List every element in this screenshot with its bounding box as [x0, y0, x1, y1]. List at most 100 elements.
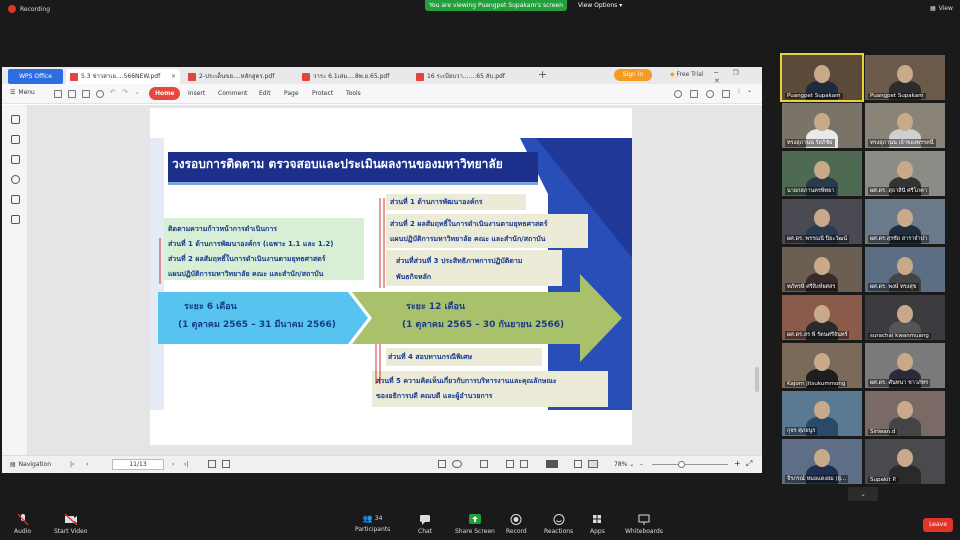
- navigation-button[interactable]: ▤ Navigation: [10, 459, 51, 470]
- print-icon[interactable]: [82, 90, 90, 98]
- signature-icon[interactable]: [11, 195, 20, 204]
- participant-tile[interactable]: ผศ.ดร.สร พี รัตนศรีจันทร์: [782, 295, 862, 340]
- undo-icon[interactable]: ↶: [110, 88, 118, 96]
- more-icon[interactable]: ⌄: [134, 88, 142, 96]
- participant-tile[interactable]: นายกสภานครพิทยา: [782, 151, 862, 196]
- vertical-scrollbar[interactable]: [754, 105, 760, 455]
- recording-indicator: Recording: [8, 5, 50, 13]
- close-icon[interactable]: ✕: [171, 69, 176, 84]
- share-icon[interactable]: [674, 90, 682, 98]
- prev-page-icon[interactable]: ‹: [86, 459, 88, 470]
- record-button[interactable]: Record: [506, 514, 527, 535]
- last-page-icon[interactable]: ›|: [184, 459, 188, 470]
- muted-mic-icon: [17, 514, 29, 525]
- view-options-button[interactable]: View Options ▾: [578, 1, 626, 11]
- participant-tile[interactable]: ผศ.ดร. สุธาสินี ศรีโภคา: [865, 151, 945, 196]
- fit-icon[interactable]: [574, 460, 582, 468]
- navigation-label: Navigation: [18, 461, 52, 468]
- ribbon-tab-protect[interactable]: Protect: [306, 87, 339, 100]
- participant-tile[interactable]: Puangpet Supakam: [780, 53, 864, 102]
- book-view-icon[interactable]: [520, 460, 528, 468]
- reactions-button[interactable]: Reactions: [544, 514, 573, 535]
- ribbon-tab-tools[interactable]: Tools: [340, 87, 367, 100]
- save-icon[interactable]: [68, 90, 76, 98]
- doc-tab-3[interactable]: วาระ 6.1เล่ม....8พ.ย.65.pdf: [298, 69, 408, 84]
- record-icon: [510, 514, 522, 525]
- view-button[interactable]: ▦ View: [930, 5, 953, 12]
- zoom-slider[interactable]: [652, 464, 728, 465]
- participant-name: ผศ.ดร. สุธาสินี ศรีโภคา: [868, 187, 929, 195]
- more-options-icon[interactable]: ⋮: [736, 88, 744, 96]
- scroll-thumb[interactable]: [755, 367, 759, 392]
- participant-tile[interactable]: ผศ.ดร. พรรณนี ปิยะวัฒน์: [782, 199, 862, 244]
- more-participants-icon[interactable]: ⌄: [848, 487, 878, 501]
- participant-tile[interactable]: จีรภรณ์ หมอแดงยม (ผู้...: [782, 439, 862, 484]
- cloud-icon[interactable]: [690, 90, 698, 98]
- participants-button[interactable]: 👥 34 Participants: [355, 514, 390, 533]
- play-slideshow-icon[interactable]: [546, 460, 558, 468]
- comment-icon[interactable]: [722, 90, 730, 98]
- apps-button[interactable]: Apps: [590, 514, 605, 535]
- chat-button[interactable]: Chat: [418, 514, 432, 535]
- fit-width-icon[interactable]: [222, 460, 230, 468]
- hand-icon[interactable]: [96, 90, 104, 98]
- page-number-input[interactable]: 11/13: [112, 459, 164, 470]
- participant-tile[interactable]: surachai kwanmuang: [865, 295, 945, 340]
- window-controls[interactable]: ─ ❐ ✕: [714, 69, 762, 85]
- comment-panel-icon[interactable]: [11, 155, 20, 164]
- participant-head: [897, 305, 913, 323]
- doc-tab-4[interactable]: 16 ระเบียบวา.......65 ลับ.pdf: [412, 69, 522, 84]
- doc-tab-2[interactable]: 2-ประเด็นขอ....หลักสูตร.pdf: [184, 69, 294, 84]
- whiteboards-button[interactable]: Whiteboards: [625, 514, 663, 535]
- zoom-slider-handle[interactable]: [678, 461, 685, 468]
- ribbon-tab-page[interactable]: Page: [278, 87, 305, 100]
- actual-size-icon[interactable]: [588, 460, 598, 468]
- menu-button[interactable]: ☰ Menu: [10, 89, 35, 96]
- participant-tile[interactable]: Supakit P.: [865, 439, 945, 484]
- first-page-icon[interactable]: |‹: [70, 459, 74, 470]
- start-video-button[interactable]: Start Video: [54, 514, 87, 535]
- single-page-icon[interactable]: [480, 460, 488, 468]
- fit-page-icon[interactable]: [208, 460, 216, 468]
- redo-icon[interactable]: ↷: [122, 88, 130, 96]
- participant-tile[interactable]: ผศ.ดร. พงษ์ ทรงสุข: [865, 247, 945, 292]
- attachment-icon[interactable]: [11, 175, 20, 184]
- participant-tile[interactable]: กุจร ศุภยนูร: [782, 391, 862, 436]
- zoom-level[interactable]: 78% ⌄: [614, 459, 634, 470]
- participant-tile[interactable]: Puangpet Supakam: [865, 55, 945, 100]
- participant-tile[interactable]: ทรงสุภานน รัสภิชัย: [782, 103, 862, 148]
- next-page-icon[interactable]: ›: [172, 459, 174, 470]
- participant-tile[interactable]: ผศ.ดร. ศันทนา ชาวภัทร: [865, 343, 945, 388]
- participant-tile[interactable]: ทรงสุภานน เจ้าของพรรคนี้: [865, 103, 945, 148]
- search-panel-icon[interactable]: [11, 215, 20, 224]
- menu-label: Menu: [18, 89, 35, 96]
- ribbon-tab-edit[interactable]: Edit: [253, 87, 277, 100]
- sign-in-button[interactable]: Sign in: [614, 69, 652, 81]
- share-screen-button[interactable]: Share Screen: [455, 514, 495, 535]
- fullscreen-icon[interactable]: ⤢: [746, 458, 752, 469]
- ribbon-tab-home[interactable]: Home: [149, 87, 181, 100]
- wps-office-tab[interactable]: WPS Office: [8, 69, 63, 84]
- export-icon[interactable]: [438, 460, 446, 468]
- participant-tile[interactable]: ผศ.ดร.สุรชัย สาราจำปา: [865, 199, 945, 244]
- open-icon[interactable]: [54, 90, 62, 98]
- ribbon-tab-insert[interactable]: Insert: [182, 87, 211, 100]
- participant-tile[interactable]: Siriwan.d: [865, 391, 945, 436]
- participant-head: [814, 401, 830, 419]
- thumbnail-icon[interactable]: [11, 135, 20, 144]
- dual-page-icon[interactable]: [506, 460, 514, 468]
- new-tab-icon[interactable]: +: [538, 68, 547, 81]
- eye-icon[interactable]: [452, 460, 462, 468]
- bookmark-icon[interactable]: [11, 115, 20, 124]
- participant-tile[interactable]: ทภัทรษี ศรีสิงห์ยศสร: [782, 247, 862, 292]
- ribbon-tab-comment[interactable]: Comment: [212, 87, 253, 100]
- zoom-out-icon[interactable]: –: [640, 459, 643, 470]
- participant-tile[interactable]: Kajorn Jitsukummong: [782, 343, 862, 388]
- zoom-in-icon[interactable]: +: [734, 458, 741, 469]
- collapse-icon[interactable]: ⌄: [747, 87, 755, 95]
- free-trial-button[interactable]: ◆ Free Trial: [670, 69, 703, 81]
- audio-button[interactable]: Audio: [14, 514, 31, 535]
- doc-tab-1[interactable]: 5.3 ข่าวสาเอ....566NEW.pdf ✕: [66, 69, 180, 84]
- settings-icon[interactable]: [706, 90, 714, 98]
- leave-button[interactable]: Leave: [923, 518, 953, 532]
